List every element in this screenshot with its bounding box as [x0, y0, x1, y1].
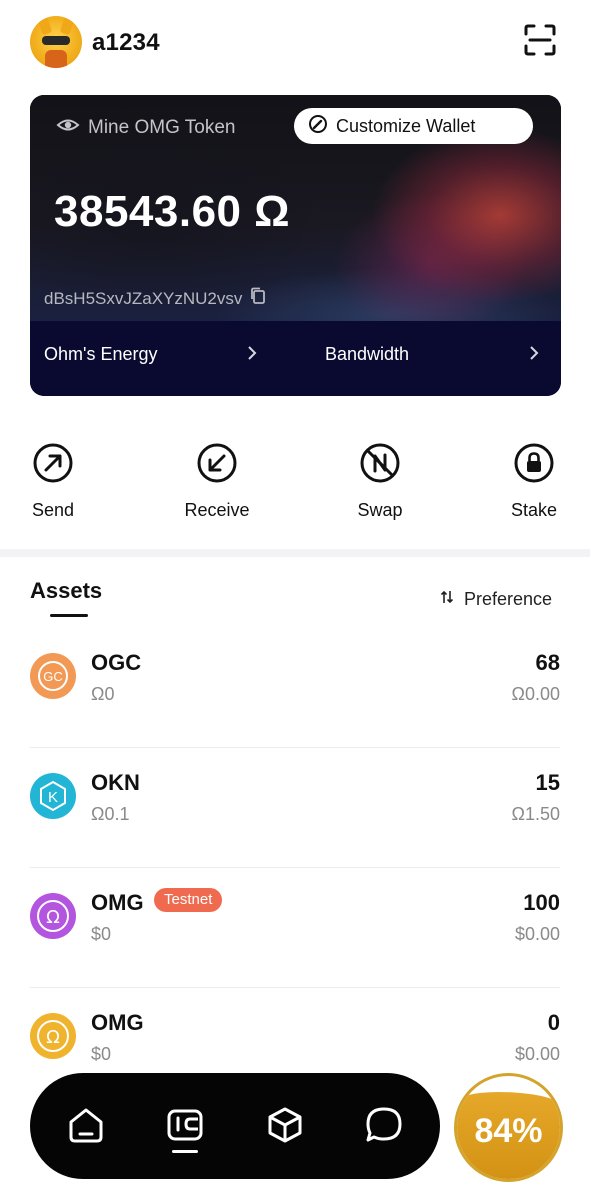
asset-name: OGC [91, 650, 142, 675]
svg-text:Ω: Ω [46, 1027, 60, 1048]
asset-price: $0 [91, 924, 112, 944]
ohms-energy-link[interactable]: Ohm's Energy [44, 344, 157, 365]
copy-icon[interactable] [250, 287, 266, 310]
mine-label-text: Mine OMG Token [88, 117, 236, 138]
wallet-card: Mine OMG Token Customize Wallet 38543.60… [30, 95, 561, 396]
chevron-right-icon[interactable] [528, 345, 540, 366]
asset-row-okn[interactable]: K OKN Ω0.1 15 Ω1.50 [0, 748, 590, 868]
bandwidth-link[interactable]: Bandwidth [325, 344, 409, 365]
bottom-nav [30, 1073, 440, 1179]
customize-wallet-button[interactable]: Customize Wallet [294, 108, 533, 144]
chat-icon[interactable] [364, 1105, 404, 1145]
wallet-icon[interactable] [165, 1105, 205, 1145]
omg-token-icon: Ω [30, 1013, 76, 1059]
asset-amount: 15 [535, 770, 560, 795]
address-text: dBsH5SxvJZaXYzNU2vsv [44, 288, 243, 308]
svg-text:GC: GC [43, 669, 63, 684]
asset-name: OMG [91, 1010, 144, 1035]
asset-amount: 0 [547, 1010, 560, 1035]
swap-button[interactable]: Swap [335, 442, 425, 528]
receive-button[interactable]: Receive [172, 442, 262, 528]
wallet-balance: 38543.60 Ω [54, 187, 291, 236]
username[interactable]: a1234 [92, 29, 160, 57]
preference-button[interactable]: Preference [440, 589, 552, 610]
swap-label: Swap [357, 500, 403, 520]
asset-amount: 68 [535, 650, 560, 675]
asset-price: Ω0 [91, 684, 115, 704]
asset-amount: 100 [523, 890, 560, 915]
swap-icon [359, 442, 401, 484]
omg-testnet-token-icon: Ω [30, 893, 76, 939]
asset-row-omg-testnet[interactable]: Ω OMG Testnet $0 100 $0.00 [0, 868, 590, 988]
section-divider [0, 549, 590, 557]
assets-tab-underline [50, 614, 88, 617]
asset-value: Ω0.00 [511, 684, 561, 704]
asset-value: $0.00 [514, 924, 560, 944]
svg-text:K: K [48, 789, 58, 806]
cube-icon[interactable] [265, 1105, 305, 1145]
mine-token-label[interactable]: Mine OMG Token [56, 115, 235, 141]
asset-value: $0.00 [514, 1044, 560, 1064]
active-nav-indicator [172, 1150, 198, 1153]
home-icon[interactable] [66, 1105, 106, 1145]
scan-icon[interactable] [518, 18, 562, 62]
stake-label: Stake [510, 500, 558, 520]
preference-label: Preference [464, 589, 553, 609]
receive-label: Receive [184, 500, 250, 520]
send-button[interactable]: Send [8, 442, 98, 528]
wallet-address[interactable]: dBsH5SxvJZaXYzNU2vsv [44, 287, 266, 310]
asset-price: $0 [91, 1044, 112, 1064]
send-label: Send [31, 500, 75, 520]
header: a1234 [0, 0, 590, 88]
send-arrow-icon [32, 442, 74, 484]
eye-icon [56, 116, 80, 140]
energy-percent: 84% [474, 1112, 543, 1150]
stake-button[interactable]: Stake [489, 442, 579, 528]
paint-icon [308, 114, 328, 139]
ogc-token-icon: GC [30, 653, 76, 699]
asset-row-ogc[interactable]: GC OGC Ω0 68 Ω0.00 [0, 628, 590, 748]
asset-value: Ω1.50 [511, 804, 561, 824]
receive-arrow-icon [196, 442, 238, 484]
assets-tab[interactable]: Assets [30, 578, 102, 604]
customize-label: Customize Wallet [336, 115, 476, 136]
sort-icon [440, 589, 454, 610]
energy-level-button[interactable]: 84% [454, 1073, 563, 1182]
asset-name: OMG [91, 890, 144, 915]
lock-icon [513, 442, 555, 484]
svg-text:Ω: Ω [46, 907, 60, 928]
testnet-badge: Testnet [154, 888, 223, 912]
asset-price: Ω0.1 [91, 804, 130, 824]
asset-name: OKN [91, 770, 140, 795]
avatar[interactable] [30, 16, 82, 68]
chevron-right-icon[interactable] [246, 345, 258, 366]
okn-token-icon: K [30, 773, 76, 819]
